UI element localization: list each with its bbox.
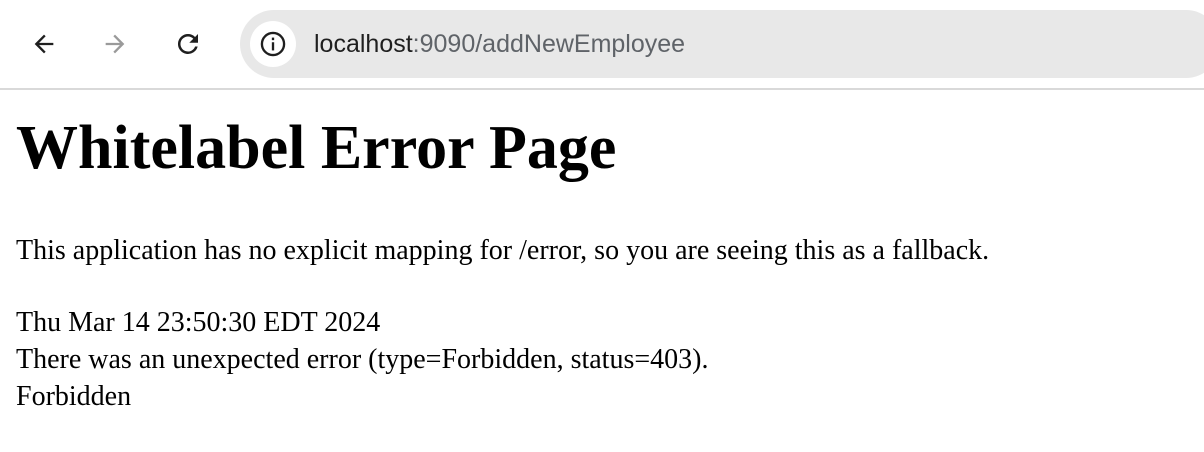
address-bar[interactable]: localhost:9090/addNewEmployee xyxy=(240,10,1204,78)
back-button[interactable] xyxy=(26,26,62,62)
site-info-button[interactable] xyxy=(250,21,296,67)
info-icon xyxy=(260,31,286,57)
forward-button[interactable] xyxy=(97,26,133,62)
error-details: Thu Mar 14 23:50:30 EDT 2024 There was a… xyxy=(16,304,1188,415)
browser-toolbar: localhost:9090/addNewEmployee xyxy=(0,0,1204,90)
reload-icon xyxy=(177,33,198,54)
url-path: :9090/addNewEmployee xyxy=(412,30,686,58)
arrow-right-icon xyxy=(105,34,125,54)
page-title: Whitelabel Error Page xyxy=(16,114,617,182)
reload-button[interactable] xyxy=(170,26,206,62)
error-status-line: There was an unexpected error (type=Forb… xyxy=(16,344,709,375)
arrow-left-icon xyxy=(34,34,54,54)
url-host: localhost xyxy=(314,30,413,58)
url-text[interactable]: localhost:9090/addNewEmployee xyxy=(314,29,685,59)
error-message: This application has no explicit mapping… xyxy=(16,235,990,266)
error-timestamp: Thu Mar 14 23:50:30 EDT 2024 xyxy=(16,307,381,338)
page-content: Whitelabel Error Page This application h… xyxy=(0,90,1204,415)
error-detail: Forbidden xyxy=(16,381,132,412)
